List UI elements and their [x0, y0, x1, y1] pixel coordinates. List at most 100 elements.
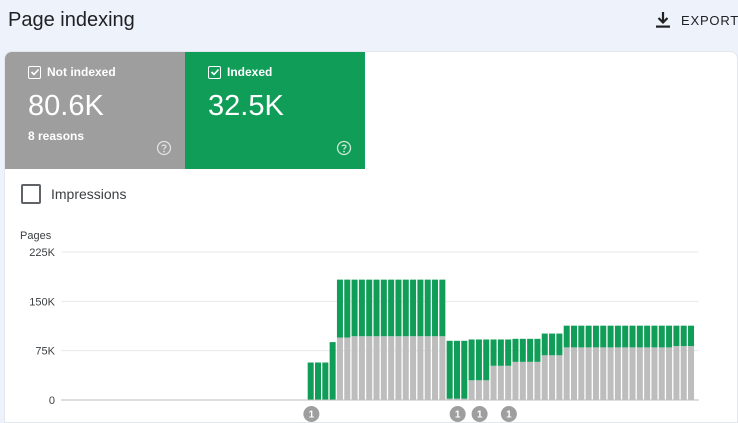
bar-indexed[interactable] [534, 338, 541, 362]
bar-indexed[interactable] [585, 325, 592, 348]
bar-not-indexed[interactable] [563, 347, 570, 400]
bar-indexed[interactable] [351, 279, 358, 337]
bar-indexed[interactable] [329, 342, 336, 400]
bar-indexed[interactable] [475, 339, 482, 381]
bar-indexed[interactable] [388, 279, 395, 337]
bar-not-indexed[interactable] [644, 347, 651, 400]
export-button[interactable]: EXPORT [655, 6, 738, 34]
bar-indexed[interactable] [563, 325, 570, 348]
bar-indexed[interactable] [541, 333, 548, 356]
bar-indexed[interactable] [607, 325, 614, 348]
bar-not-indexed[interactable] [395, 336, 402, 400]
bar-not-indexed[interactable] [505, 365, 512, 400]
bar-not-indexed[interactable] [629, 347, 636, 400]
bar-indexed[interactable] [497, 339, 504, 366]
bar-not-indexed[interactable] [432, 336, 439, 400]
bar-indexed[interactable] [373, 279, 380, 337]
bar-not-indexed[interactable] [366, 336, 373, 400]
bar-not-indexed[interactable] [410, 336, 417, 400]
bar-indexed[interactable] [578, 325, 585, 348]
bar-indexed[interactable] [614, 325, 621, 348]
bar-indexed[interactable] [410, 279, 417, 337]
bar-indexed[interactable] [688, 325, 695, 347]
bar-indexed[interactable] [636, 325, 643, 348]
bar-not-indexed[interactable] [541, 355, 548, 400]
bar-not-indexed[interactable] [417, 336, 424, 400]
bar-indexed[interactable] [380, 279, 387, 337]
bar-not-indexed[interactable] [571, 347, 578, 400]
bar-indexed[interactable] [600, 325, 607, 348]
annotation-marker[interactable]: 1 [303, 406, 320, 422]
bar-not-indexed[interactable] [636, 347, 643, 400]
bar-not-indexed[interactable] [666, 347, 673, 400]
bar-indexed[interactable] [629, 325, 636, 348]
bar-indexed[interactable] [424, 279, 431, 337]
bar-not-indexed[interactable] [549, 355, 556, 400]
bar-indexed[interactable] [439, 279, 446, 337]
bar-not-indexed[interactable] [512, 361, 519, 400]
bar-indexed[interactable] [571, 325, 578, 348]
bar-not-indexed[interactable] [380, 336, 387, 400]
bar-not-indexed[interactable] [651, 347, 658, 400]
bar-indexed[interactable] [432, 279, 439, 337]
bar-not-indexed[interactable] [439, 336, 446, 400]
bar-not-indexed[interactable] [475, 380, 482, 400]
bar-not-indexed[interactable] [402, 336, 409, 400]
bar-indexed[interactable] [417, 279, 424, 337]
bar-not-indexed[interactable] [388, 336, 395, 400]
bar-indexed[interactable] [315, 362, 322, 400]
bar-indexed[interactable] [592, 325, 599, 348]
bar-not-indexed[interactable] [358, 336, 365, 400]
bar-not-indexed[interactable] [534, 361, 541, 400]
bar-indexed[interactable] [644, 325, 651, 348]
bar-indexed[interactable] [666, 325, 673, 348]
bar-not-indexed[interactable] [468, 380, 475, 400]
bar-not-indexed[interactable] [351, 336, 358, 400]
annotation-marker[interactable]: 1 [471, 406, 488, 422]
bar-not-indexed[interactable] [658, 347, 665, 400]
bar-indexed[interactable] [446, 340, 453, 399]
bar-not-indexed[interactable] [490, 365, 497, 400]
bar-indexed[interactable] [468, 339, 475, 381]
bar-indexed[interactable] [358, 279, 365, 337]
bar-indexed[interactable] [366, 279, 373, 337]
bar-not-indexed[interactable] [519, 361, 526, 400]
bar-indexed[interactable] [505, 339, 512, 366]
bar-indexed[interactable] [622, 325, 629, 348]
bar-indexed[interactable] [651, 325, 658, 348]
bar-not-indexed[interactable] [585, 347, 592, 400]
bar-indexed[interactable] [549, 333, 556, 356]
bar-indexed[interactable] [512, 338, 519, 362]
bar-indexed[interactable] [453, 340, 460, 399]
bar-not-indexed[interactable] [688, 346, 695, 400]
bar-indexed[interactable] [658, 325, 665, 348]
bar-indexed[interactable] [527, 338, 534, 362]
bar-not-indexed[interactable] [497, 365, 504, 400]
bar-indexed[interactable] [402, 279, 409, 337]
annotation-marker[interactable]: 1 [449, 406, 466, 422]
bar-not-indexed[interactable] [344, 337, 351, 400]
bar-not-indexed[interactable] [527, 361, 534, 400]
bar-not-indexed[interactable] [614, 347, 621, 400]
bar-not-indexed[interactable] [483, 380, 490, 400]
bar-indexed[interactable] [483, 339, 490, 381]
bar-not-indexed[interactable] [673, 346, 680, 400]
bar-indexed[interactable] [322, 362, 329, 400]
bar-indexed[interactable] [307, 362, 314, 400]
bar-not-indexed[interactable] [607, 347, 614, 400]
bar-indexed[interactable] [519, 338, 526, 362]
bar-not-indexed[interactable] [578, 347, 585, 400]
bar-indexed[interactable] [336, 279, 343, 338]
bar-indexed[interactable] [490, 339, 497, 366]
bar-indexed[interactable] [673, 325, 680, 347]
bar-not-indexed[interactable] [680, 346, 687, 400]
bar-indexed[interactable] [680, 325, 687, 347]
bar-not-indexed[interactable] [336, 337, 343, 400]
bar-indexed[interactable] [556, 333, 563, 356]
bar-indexed[interactable] [395, 279, 402, 337]
bar-not-indexed[interactable] [373, 336, 380, 400]
bar-not-indexed[interactable] [622, 347, 629, 400]
bar-not-indexed[interactable] [556, 355, 563, 400]
bar-not-indexed[interactable] [600, 347, 607, 400]
bar-not-indexed[interactable] [424, 336, 431, 400]
